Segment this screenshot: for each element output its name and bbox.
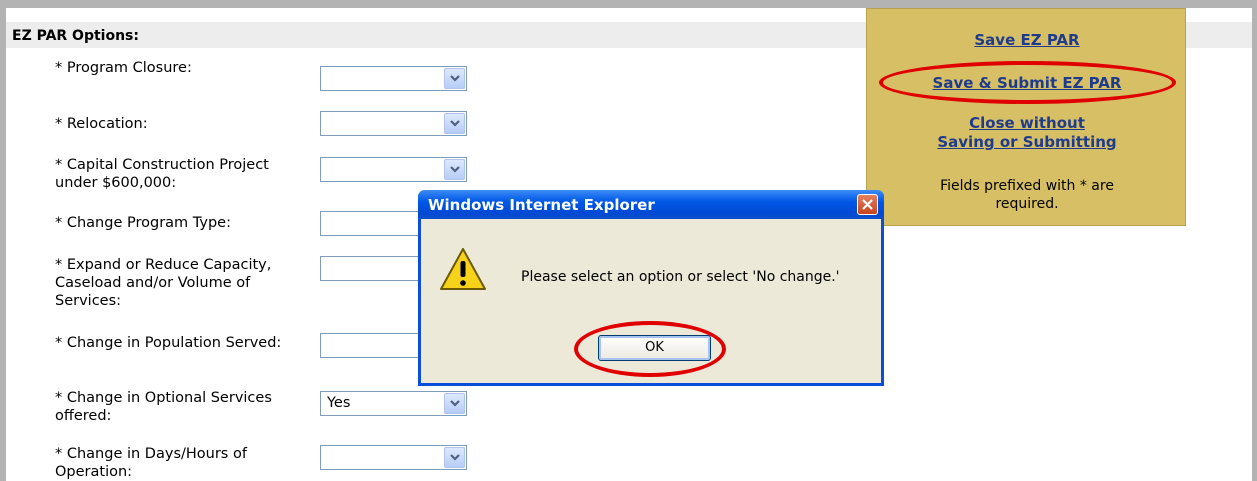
close-without-saving-link-line2[interactable]: Saving or Submitting [867, 133, 1187, 151]
field-label-days-hours: * Change in Days/Hours of Operation: [55, 446, 247, 480]
field-label-optional-services: * Change in Optional Services offered: [55, 390, 272, 424]
dialog-message: Please select an option or select 'No ch… [521, 269, 840, 285]
chevron-down-icon[interactable] [444, 393, 465, 414]
relocation-select[interactable] [320, 111, 467, 136]
dialog-titlebar: Windows Internet Explorer [418, 190, 884, 219]
window-frame-top [0, 0, 1257, 8]
required-fields-note: Fields prefixed with * are required. [940, 178, 1114, 212]
highlight-ellipse-ok [574, 321, 726, 377]
chevron-down-icon[interactable] [444, 113, 465, 134]
highlight-ellipse-save-submit [879, 61, 1176, 104]
warning-icon [438, 246, 488, 296]
days-hours-select[interactable] [320, 445, 467, 470]
window-frame-left [0, 0, 6, 481]
optional-services-value: Yes [327, 395, 351, 411]
capital-construction-select[interactable] [320, 157, 467, 182]
section-title: EZ PAR Options: [12, 28, 139, 44]
save-ez-par-link[interactable]: Save EZ PAR [867, 31, 1187, 49]
action-panel: Save EZ PAR Save & Submit EZ PAR Close w… [866, 8, 1186, 226]
optional-services-select[interactable]: Yes [320, 391, 467, 416]
field-label-population-served: * Change in Population Served: [55, 335, 282, 351]
close-without-saving-link-line1[interactable]: Close without [867, 114, 1187, 132]
field-label-program-closure: * Program Closure: [55, 60, 192, 76]
program-closure-select[interactable] [320, 66, 467, 91]
field-label-capital-construction: * Capital Construction Project under $60… [55, 157, 269, 191]
close-icon[interactable] [857, 194, 878, 215]
field-label-change-program-type: * Change Program Type: [55, 215, 231, 231]
dialog-title: Windows Internet Explorer [428, 196, 655, 214]
window-frame-right [1252, 0, 1257, 481]
chevron-down-icon[interactable] [444, 447, 465, 468]
chevron-down-icon[interactable] [444, 68, 465, 89]
field-label-relocation: * Relocation: [55, 116, 148, 132]
field-label-expand-reduce-capacity: * Expand or Reduce Capacity, Caseload an… [55, 257, 272, 309]
chevron-down-icon[interactable] [444, 159, 465, 180]
